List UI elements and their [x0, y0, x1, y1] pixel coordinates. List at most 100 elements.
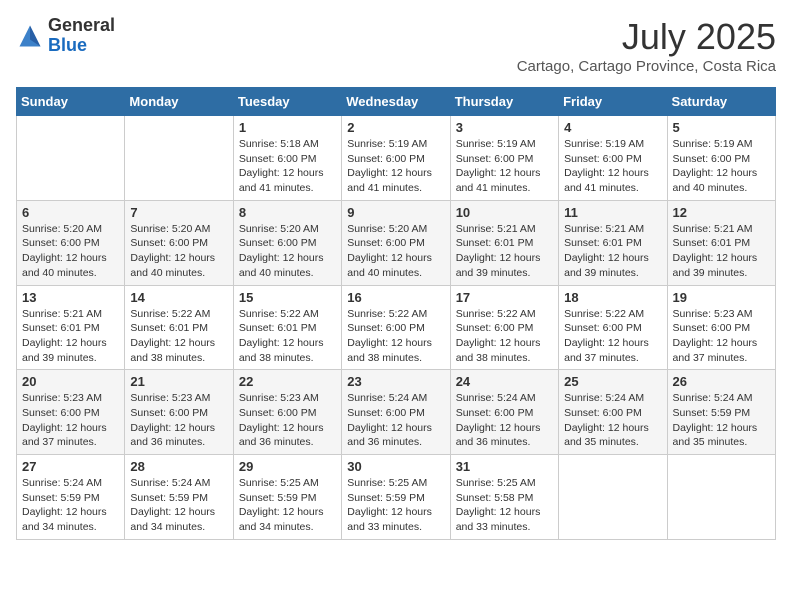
- day-number: 25: [564, 374, 661, 389]
- day-info: Sunrise: 5:22 AM Sunset: 6:01 PM Dayligh…: [239, 307, 336, 366]
- day-info: Sunrise: 5:20 AM Sunset: 6:00 PM Dayligh…: [22, 222, 119, 281]
- day-info: Sunrise: 5:20 AM Sunset: 6:00 PM Dayligh…: [130, 222, 227, 281]
- day-info: Sunrise: 5:18 AM Sunset: 6:00 PM Dayligh…: [239, 137, 336, 196]
- day-info: Sunrise: 5:22 AM Sunset: 6:00 PM Dayligh…: [456, 307, 553, 366]
- calendar-cell: 18Sunrise: 5:22 AM Sunset: 6:00 PM Dayli…: [559, 285, 667, 370]
- weekday-header: Saturday: [667, 88, 775, 116]
- calendar-cell: 23 Sunrise: 5:24 AM Sunset: 6:00 PM Dayli…: [342, 370, 450, 455]
- day-number: 26: [673, 374, 770, 389]
- logo: General Blue: [16, 16, 115, 56]
- day-number: 23: [347, 374, 444, 389]
- weekday-header: Thursday: [450, 88, 558, 116]
- day-info: Sunrise: 5:19 AM Sunset: 6:00 PM Dayligh…: [347, 137, 444, 196]
- day-number: 6: [22, 205, 119, 220]
- weekday-header: Tuesday: [233, 88, 341, 116]
- calendar-cell: 17 Sunrise: 5:22 AM Sunset: 6:00 PM Dayli…: [450, 285, 558, 370]
- calendar-cell: 14 Sunrise: 5:22 AM Sunset: 6:01 PM Dayli…: [125, 285, 233, 370]
- day-info: Sunrise: 5:24 AM Sunset: 6:00 PM Dayligh…: [564, 391, 661, 450]
- day-number: 13: [22, 290, 119, 305]
- day-info: Sunrise: 5:22 AM Sunset: 6:00 PM Dayligh…: [564, 307, 661, 366]
- day-info: Sunrise: 5:19 AM Sunset: 6:00 PM Dayligh…: [673, 137, 770, 196]
- calendar-week-row: 1 Sunrise: 5:18 AM Sunset: 6:00 PM Daylig…: [17, 116, 776, 201]
- calendar-cell: 13Sunrise: 5:21 AM Sunset: 6:01 PM Dayli…: [17, 285, 125, 370]
- day-number: 4: [564, 120, 661, 135]
- day-info: Sunrise: 5:24 AM Sunset: 6:00 PM Dayligh…: [347, 391, 444, 450]
- calendar-cell: 27 Sunrise: 5:24 AM Sunset: 5:59 PM Dayli…: [17, 455, 125, 540]
- day-number: 24: [456, 374, 553, 389]
- calendar-week-row: 6 Sunrise: 5:20 AM Sunset: 6:00 PM Daylig…: [17, 200, 776, 285]
- day-number: 8: [239, 205, 336, 220]
- day-number: 29: [239, 459, 336, 474]
- weekday-header: Wednesday: [342, 88, 450, 116]
- calendar-cell: [17, 116, 125, 201]
- day-number: 19: [673, 290, 770, 305]
- calendar-cell: 9 Sunrise: 5:20 AM Sunset: 6:00 PM Daylig…: [342, 200, 450, 285]
- calendar-week-row: 13Sunrise: 5:21 AM Sunset: 6:01 PM Dayli…: [17, 285, 776, 370]
- calendar-cell: 2Sunrise: 5:19 AM Sunset: 6:00 PM Daylig…: [342, 116, 450, 201]
- day-number: 30: [347, 459, 444, 474]
- day-info: Sunrise: 5:25 AM Sunset: 5:59 PM Dayligh…: [239, 476, 336, 535]
- day-info: Sunrise: 5:24 AM Sunset: 5:59 PM Dayligh…: [22, 476, 119, 535]
- day-info: Sunrise: 5:25 AM Sunset: 5:58 PM Dayligh…: [456, 476, 553, 535]
- day-info: Sunrise: 5:23 AM Sunset: 6:00 PM Dayligh…: [239, 391, 336, 450]
- logo-text: General Blue: [48, 16, 115, 56]
- day-number: 3: [456, 120, 553, 135]
- day-number: 28: [130, 459, 227, 474]
- weekday-header: Sunday: [17, 88, 125, 116]
- day-number: 20: [22, 374, 119, 389]
- calendar-cell: 10 Sunrise: 5:21 AM Sunset: 6:01 PM Dayli…: [450, 200, 558, 285]
- day-number: 16: [347, 290, 444, 305]
- day-number: 1: [239, 120, 336, 135]
- day-info: Sunrise: 5:23 AM Sunset: 6:00 PM Dayligh…: [130, 391, 227, 450]
- day-number: 14: [130, 290, 227, 305]
- calendar-cell: 29 Sunrise: 5:25 AM Sunset: 5:59 PM Dayli…: [233, 455, 341, 540]
- weekday-header-row: SundayMondayTuesdayWednesdayThursdayFrid…: [17, 88, 776, 116]
- calendar-cell: 7 Sunrise: 5:20 AM Sunset: 6:00 PM Daylig…: [125, 200, 233, 285]
- logo-icon: [16, 22, 44, 50]
- calendar-cell: 31 Sunrise: 5:25 AM Sunset: 5:58 PM Dayli…: [450, 455, 558, 540]
- day-number: 5: [673, 120, 770, 135]
- calendar-cell: 24 Sunrise: 5:24 AM Sunset: 6:00 PM Dayli…: [450, 370, 558, 455]
- day-number: 22: [239, 374, 336, 389]
- calendar-cell: 28 Sunrise: 5:24 AM Sunset: 5:59 PM Dayli…: [125, 455, 233, 540]
- month-title: July 2025: [517, 16, 776, 58]
- day-info: Sunrise: 5:24 AM Sunset: 6:00 PM Dayligh…: [456, 391, 553, 450]
- calendar-cell: 20Sunrise: 5:23 AM Sunset: 6:00 PM Dayli…: [17, 370, 125, 455]
- calendar-cell: 5 Sunrise: 5:19 AM Sunset: 6:00 PM Daylig…: [667, 116, 775, 201]
- calendar-cell: [559, 455, 667, 540]
- calendar-cell: 6 Sunrise: 5:20 AM Sunset: 6:00 PM Daylig…: [17, 200, 125, 285]
- logo-general: General: [48, 16, 115, 36]
- day-info: Sunrise: 5:21 AM Sunset: 6:01 PM Dayligh…: [456, 222, 553, 281]
- day-info: Sunrise: 5:20 AM Sunset: 6:00 PM Dayligh…: [239, 222, 336, 281]
- day-info: Sunrise: 5:25 AM Sunset: 5:59 PM Dayligh…: [347, 476, 444, 535]
- weekday-header: Monday: [125, 88, 233, 116]
- calendar-cell: 26Sunrise: 5:24 AM Sunset: 5:59 PM Dayli…: [667, 370, 775, 455]
- calendar-cell: 21Sunrise: 5:23 AM Sunset: 6:00 PM Dayli…: [125, 370, 233, 455]
- calendar-cell: 11 Sunrise: 5:21 AM Sunset: 6:01 PM Dayli…: [559, 200, 667, 285]
- day-info: Sunrise: 5:22 AM Sunset: 6:01 PM Dayligh…: [130, 307, 227, 366]
- day-number: 31: [456, 459, 553, 474]
- day-number: 27: [22, 459, 119, 474]
- calendar-cell: 12Sunrise: 5:21 AM Sunset: 6:01 PM Dayli…: [667, 200, 775, 285]
- day-number: 7: [130, 205, 227, 220]
- day-info: Sunrise: 5:21 AM Sunset: 6:01 PM Dayligh…: [564, 222, 661, 281]
- day-info: Sunrise: 5:24 AM Sunset: 5:59 PM Dayligh…: [130, 476, 227, 535]
- day-number: 9: [347, 205, 444, 220]
- calendar-cell: 25 Sunrise: 5:24 AM Sunset: 6:00 PM Dayli…: [559, 370, 667, 455]
- calendar-cell: 16 Sunrise: 5:22 AM Sunset: 6:00 PM Dayli…: [342, 285, 450, 370]
- calendar-table: SundayMondayTuesdayWednesdayThursdayFrid…: [16, 87, 776, 540]
- calendar-cell: 22 Sunrise: 5:23 AM Sunset: 6:00 PM Dayli…: [233, 370, 341, 455]
- weekday-header: Friday: [559, 88, 667, 116]
- logo-blue: Blue: [48, 36, 115, 56]
- day-info: Sunrise: 5:23 AM Sunset: 6:00 PM Dayligh…: [673, 307, 770, 366]
- day-info: Sunrise: 5:22 AM Sunset: 6:00 PM Dayligh…: [347, 307, 444, 366]
- title-block: July 2025 Cartago, Cartago Province, Cos…: [517, 16, 776, 75]
- day-number: 11: [564, 205, 661, 220]
- day-number: 12: [673, 205, 770, 220]
- location-subtitle: Cartago, Cartago Province, Costa Rica: [517, 58, 776, 75]
- calendar-cell: [125, 116, 233, 201]
- day-number: 17: [456, 290, 553, 305]
- day-info: Sunrise: 5:20 AM Sunset: 6:00 PM Dayligh…: [347, 222, 444, 281]
- day-number: 10: [456, 205, 553, 220]
- calendar-week-row: 27 Sunrise: 5:24 AM Sunset: 5:59 PM Dayli…: [17, 455, 776, 540]
